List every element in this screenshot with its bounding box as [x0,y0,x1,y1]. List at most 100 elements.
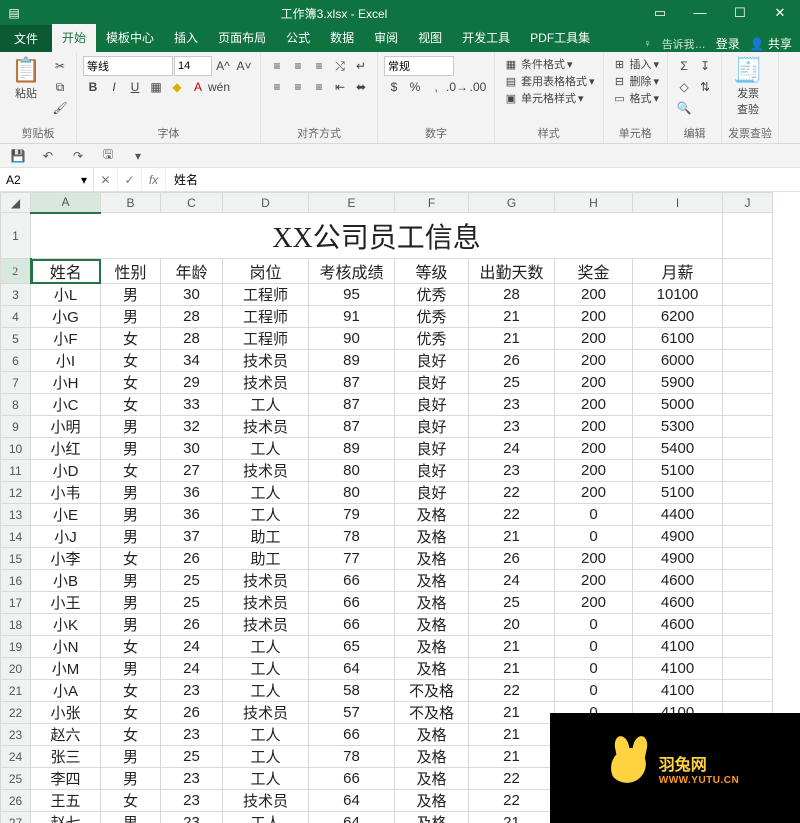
cell[interactable]: 65 [309,636,395,658]
delete-cells-button[interactable]: ⊟删除 ▾ [610,73,662,89]
cell[interactable]: 赵七 [31,812,101,823]
cell[interactable]: 66 [309,592,395,614]
cell[interactable]: 及格 [395,658,469,680]
cell[interactable]: 24 [469,570,555,592]
row-header[interactable]: 27 [1,812,31,823]
table-format-button[interactable]: ▤套用表格格式 ▾ [501,73,597,89]
cell[interactable]: 200 [555,592,633,614]
cell[interactable]: 200 [555,460,633,482]
cell[interactable]: 25 [161,746,223,768]
align-center-icon[interactable]: ≡ [288,77,308,97]
cell[interactable]: 24 [161,636,223,658]
cell[interactable]: 工人 [223,680,309,702]
cell[interactable]: 30 [161,284,223,306]
font-color-icon[interactable]: A [188,77,208,97]
cell[interactable] [723,416,773,438]
cell[interactable] [723,306,773,328]
tab-pdf[interactable]: PDF工具集 [520,24,600,52]
cell[interactable] [723,504,773,526]
cell[interactable]: 技术员 [223,460,309,482]
cell[interactable]: 李四 [31,768,101,790]
sheet-area[interactable]: ◢ ABCDEFGHIJ 1XX公司员工信息2姓名性别年龄岗位考核成绩等级出勤天… [0,192,800,823]
cell[interactable]: 男 [101,416,161,438]
cell[interactable]: 小E [31,504,101,526]
header-cell[interactable]: 出勤天数 [469,259,555,284]
row-header[interactable]: 25 [1,768,31,790]
cell[interactable]: 小红 [31,438,101,460]
cell[interactable] [723,350,773,372]
cell[interactable]: 0 [555,636,633,658]
align-top-icon[interactable]: ≡ [267,56,287,76]
tab-review[interactable]: 审阅 [364,24,408,52]
cell[interactable]: 4600 [633,570,723,592]
row-header[interactable]: 3 [1,284,31,306]
column-header-D[interactable]: D [223,193,309,213]
format-cells-button[interactable]: ▭格式 ▾ [610,90,662,106]
name-box[interactable]: A2▾ [0,168,94,191]
row-header[interactable]: 21 [1,680,31,702]
cell[interactable]: 21 [469,328,555,350]
cell[interactable]: 58 [309,680,395,702]
align-middle-icon[interactable]: ≡ [288,56,308,76]
cell[interactable]: 小H [31,372,101,394]
cell[interactable]: 小J [31,526,101,548]
cell[interactable]: 良好 [395,416,469,438]
cell[interactable] [723,636,773,658]
cell[interactable] [723,372,773,394]
row-header[interactable]: 24 [1,746,31,768]
row-header[interactable]: 10 [1,438,31,460]
cell[interactable]: 男 [101,658,161,680]
row-header[interactable]: 15 [1,548,31,570]
tab-file[interactable]: 文件 [0,25,52,52]
cell[interactable]: 4600 [633,614,723,636]
cell[interactable]: 23 [161,768,223,790]
cell[interactable]: 小B [31,570,101,592]
underline-icon[interactable]: U [125,77,145,97]
border-icon[interactable]: ▦ [146,77,166,97]
enter-formula-icon[interactable]: ✓ [118,168,142,191]
cell[interactable]: 25 [161,592,223,614]
cell[interactable] [723,213,773,259]
cell[interactable]: 优秀 [395,306,469,328]
cell[interactable]: 及格 [395,790,469,812]
cell[interactable]: 23 [469,394,555,416]
header-cell[interactable]: 考核成绩 [309,259,395,284]
cell[interactable]: 36 [161,504,223,526]
cell[interactable]: 24 [469,438,555,460]
cell[interactable]: 26 [469,350,555,372]
cell[interactable]: 87 [309,372,395,394]
row-header[interactable]: 9 [1,416,31,438]
cell[interactable] [723,394,773,416]
cell[interactable]: 21 [469,306,555,328]
cell[interactable]: 工人 [223,636,309,658]
cell[interactable]: 助工 [223,548,309,570]
cell[interactable]: 5900 [633,372,723,394]
cell[interactable]: 及格 [395,592,469,614]
column-header-J[interactable]: J [723,193,773,213]
cell[interactable]: 0 [555,526,633,548]
cell[interactable]: 张三 [31,746,101,768]
cell[interactable]: 27 [161,460,223,482]
cell[interactable]: 33 [161,394,223,416]
cell[interactable]: 6100 [633,328,723,350]
paste-button[interactable]: 📋 粘贴 [6,56,46,101]
cell[interactable]: 22 [469,768,555,790]
cell[interactable]: 37 [161,526,223,548]
cell[interactable]: 22 [469,482,555,504]
percent-icon[interactable]: % [405,77,425,97]
row-header[interactable]: 7 [1,372,31,394]
column-header-E[interactable]: E [309,193,395,213]
header-cell[interactable]: 年龄 [161,259,223,284]
cell[interactable]: 23 [161,724,223,746]
cell[interactable]: 小韦 [31,482,101,504]
qat-redo-icon[interactable]: ↷ [68,146,88,166]
cell[interactable]: 22 [469,790,555,812]
cell[interactable]: 28 [469,284,555,306]
cell[interactable]: 技术员 [223,790,309,812]
cell[interactable]: 89 [309,438,395,460]
header-cell[interactable]: 奖金 [555,259,633,284]
cell[interactable]: 工人 [223,438,309,460]
name-box-dropdown-icon[interactable]: ▾ [81,173,87,187]
cell[interactable]: 工程师 [223,306,309,328]
cell[interactable]: 79 [309,504,395,526]
